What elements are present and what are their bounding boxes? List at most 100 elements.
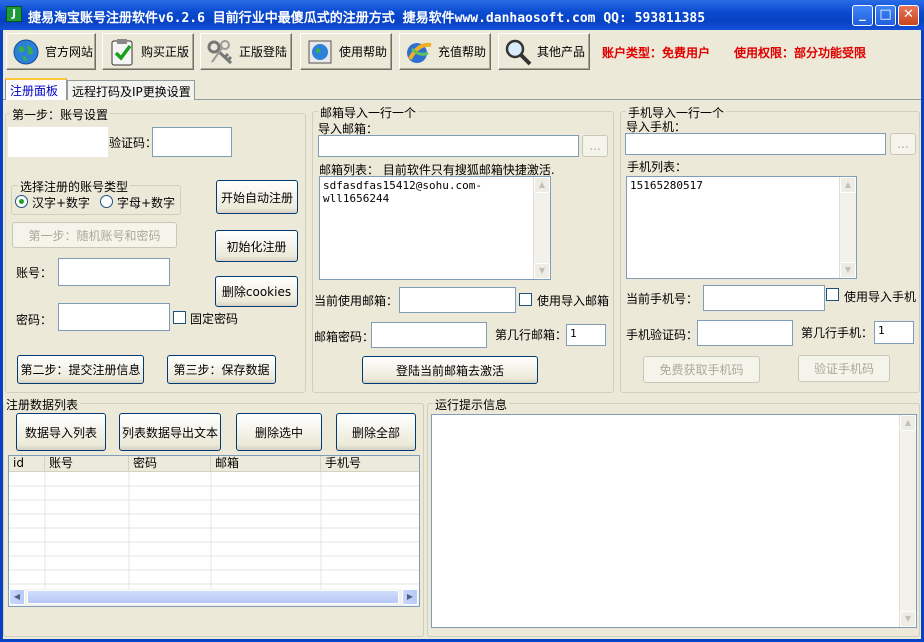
maximize-button[interactable]: □ bbox=[875, 5, 896, 26]
close-button[interactable]: ✕ bbox=[898, 5, 919, 26]
radio-letter-number[interactable] bbox=[100, 195, 113, 208]
account-label: 账号： bbox=[16, 266, 53, 280]
clipboard-check-icon bbox=[111, 38, 133, 65]
scroll-down-icon[interactable]: ▼ bbox=[840, 262, 856, 278]
phone-import-path-input[interactable] bbox=[625, 133, 886, 155]
phone-list-scrollbar[interactable]: ▲ ▼ bbox=[839, 177, 856, 278]
tab-register-panel[interactable]: 注册面板 bbox=[5, 78, 67, 100]
other-products-button[interactable]: 其他产品 bbox=[498, 33, 590, 70]
app-icon: J bbox=[6, 6, 22, 22]
official-site-label: 官方网站 bbox=[45, 45, 94, 59]
column-header-phone[interactable]: 手机号 bbox=[321, 456, 419, 471]
scroll-up-icon[interactable]: ▲ bbox=[840, 177, 856, 193]
activate-email-button[interactable]: 登陆当前邮箱去激活 bbox=[362, 356, 538, 384]
email-list-scrollbar[interactable]: ▲ ▼ bbox=[533, 177, 550, 279]
buy-license-button[interactable]: 购买正版 bbox=[102, 33, 194, 70]
column-header-account[interactable]: 账号 bbox=[45, 456, 129, 471]
phone-code-input[interactable] bbox=[697, 320, 793, 346]
usage-help-label: 使用帮助 bbox=[339, 45, 388, 59]
data-list-hscrollbar[interactable]: ◀ ▶ bbox=[9, 589, 419, 606]
password-label: 密码： bbox=[16, 313, 53, 327]
email-password-input[interactable] bbox=[371, 322, 487, 348]
scroll-up-icon[interactable]: ▲ bbox=[534, 177, 550, 193]
email-import-title: 邮箱导入一行一个 bbox=[318, 104, 419, 121]
recharge-help-button[interactable]: 充值帮助 bbox=[399, 33, 491, 70]
license-login-button[interactable]: 正版登陆 bbox=[200, 33, 292, 70]
captcha-input[interactable] bbox=[152, 127, 232, 157]
register-data-title: 注册数据列表 bbox=[4, 396, 81, 413]
current-phone-label: 当前手机号： bbox=[626, 292, 699, 306]
phone-list-label: 手机列表： bbox=[627, 160, 688, 174]
scroll-down-icon[interactable]: ▼ bbox=[900, 611, 916, 627]
export-data-button[interactable]: 列表数据导出文本 bbox=[119, 413, 221, 451]
get-phone-code-button[interactable]: 免费获取手机码 bbox=[643, 356, 760, 383]
minimize-button[interactable]: _ bbox=[852, 5, 873, 26]
start-auto-register-button[interactable]: 开始自动注册 bbox=[216, 180, 298, 214]
recharge-help-label: 充值帮助 bbox=[438, 45, 487, 59]
account-type-text: 账户类型：免费用户 bbox=[602, 46, 711, 60]
help-globe-icon bbox=[308, 40, 332, 63]
email-row-input[interactable]: 1 bbox=[566, 324, 606, 346]
email-password-label: 邮箱密码： bbox=[314, 330, 375, 344]
data-list-grid bbox=[9, 472, 419, 590]
phone-browse-button[interactable]: ... bbox=[890, 133, 916, 155]
email-browse-button[interactable]: ... bbox=[582, 135, 608, 157]
account-input[interactable] bbox=[58, 258, 170, 286]
scroll-up-icon[interactable]: ▲ bbox=[900, 415, 916, 431]
use-import-email-checkbox[interactable] bbox=[519, 293, 532, 306]
run-log-scrollbar[interactable]: ▲ ▼ bbox=[899, 415, 916, 627]
captcha-label: 验证码： bbox=[109, 136, 158, 150]
radio-hanzi-number[interactable] bbox=[15, 195, 28, 208]
init-register-button[interactable]: 初始化注册 bbox=[215, 230, 298, 262]
radio-letter-number-label: 字母+数字 bbox=[117, 196, 176, 210]
phone-code-label: 手机验证码： bbox=[626, 328, 699, 342]
keys-icon bbox=[207, 39, 233, 64]
fixed-password-checkbox[interactable] bbox=[173, 311, 186, 324]
verify-phone-code-button[interactable]: 验证手机码 bbox=[798, 355, 890, 382]
delete-all-button[interactable]: 删除全部 bbox=[336, 413, 416, 451]
submit-register-button[interactable]: 第二步：提交注册信息 bbox=[17, 355, 144, 384]
data-list-header: id 账号 密码 邮箱 手机号 bbox=[9, 456, 419, 472]
column-header-id[interactable]: id bbox=[9, 456, 45, 471]
use-import-email-label: 使用导入邮箱 bbox=[537, 294, 610, 308]
scroll-down-icon[interactable]: ▼ bbox=[534, 263, 550, 279]
magnifier-icon bbox=[505, 39, 532, 65]
captcha-image bbox=[8, 127, 108, 157]
delete-cookies-button[interactable]: 删除cookies bbox=[215, 276, 298, 307]
radio-hanzi-number-label: 汉字+数字 bbox=[32, 196, 91, 210]
license-login-label: 正版登陆 bbox=[239, 45, 288, 59]
current-phone-input[interactable] bbox=[703, 285, 825, 311]
run-log-title: 运行提示信息 bbox=[433, 396, 510, 413]
current-email-input[interactable] bbox=[399, 287, 516, 313]
account-type-title: 选择注册的账号类型 bbox=[18, 178, 131, 195]
current-email-label: 当前使用邮箱： bbox=[314, 294, 399, 308]
email-import-path-input[interactable] bbox=[318, 135, 579, 157]
run-log-textarea[interactable] bbox=[431, 414, 917, 628]
scroll-left-icon[interactable]: ◀ bbox=[9, 589, 25, 605]
column-header-password[interactable]: 密码 bbox=[129, 456, 211, 471]
fixed-password-label: 固定密码 bbox=[190, 312, 239, 326]
column-header-email[interactable]: 邮箱 bbox=[211, 456, 321, 471]
phone-row-label: 第几行手机： bbox=[801, 326, 874, 340]
account-settings-title: 第一步：账号设置 bbox=[10, 106, 111, 123]
use-import-phone-checkbox[interactable] bbox=[826, 288, 839, 301]
permission-text: 使用权限：部分功能受限 bbox=[734, 46, 867, 60]
email-row-label: 第几行邮箱： bbox=[495, 328, 568, 342]
scroll-right-icon[interactable]: ▶ bbox=[402, 589, 418, 605]
email-list-textarea[interactable]: sdfasdfas15412@sohu.com-wll1656244 bbox=[319, 176, 551, 280]
title-bar: J 捷易淘宝账号注册软件v6.2.6 目前行业中最傻瓜式的注册方式 捷易软件ww… bbox=[0, 0, 924, 30]
scroll-thumb[interactable] bbox=[27, 590, 399, 604]
usage-help-button[interactable]: 使用帮助 bbox=[300, 33, 392, 70]
password-input[interactable] bbox=[58, 303, 170, 331]
tab-remote-captcha-ip[interactable]: 远程打码及IP更换设置 bbox=[67, 80, 195, 100]
save-data-button[interactable]: 第三步：保存数据 bbox=[167, 355, 276, 384]
use-import-phone-label: 使用导入手机 bbox=[844, 290, 917, 304]
random-account-button[interactable]: 第一步：随机账号和密码 bbox=[12, 222, 177, 248]
delete-selected-button[interactable]: 删除选中 bbox=[236, 413, 322, 451]
recharge-icon bbox=[407, 42, 432, 63]
buy-license-label: 购买正版 bbox=[141, 45, 190, 59]
official-site-button[interactable]: 官方网站 bbox=[6, 33, 96, 70]
phone-list-textarea[interactable]: 15165280517 bbox=[626, 176, 857, 279]
import-data-button[interactable]: 数据导入列表 bbox=[16, 413, 106, 451]
phone-row-input[interactable]: 1 bbox=[874, 321, 914, 344]
